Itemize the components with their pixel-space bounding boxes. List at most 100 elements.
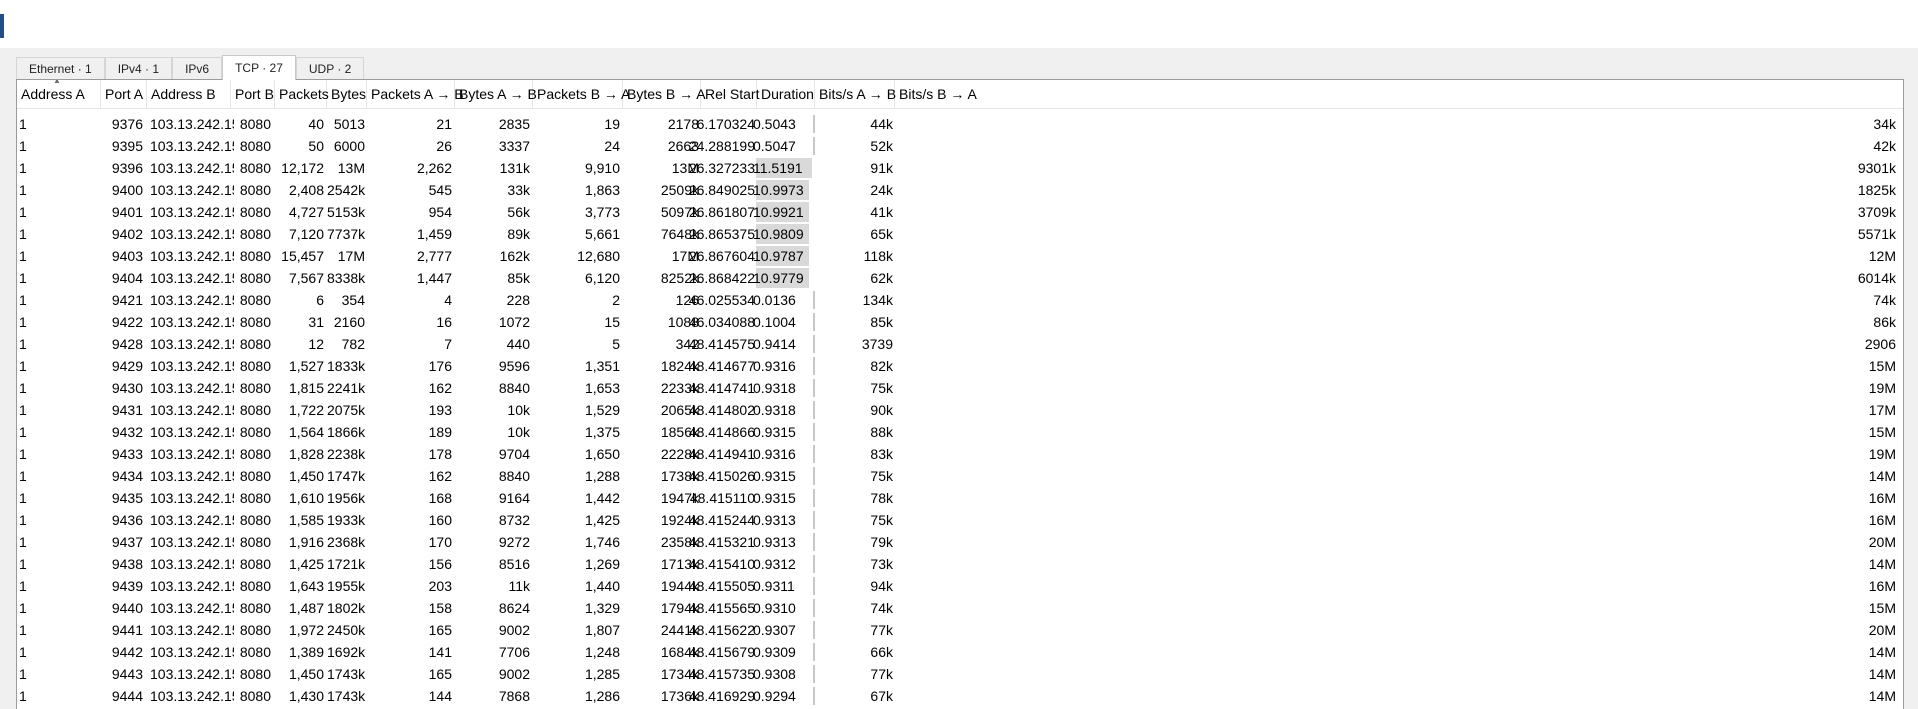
col-port-a[interactable]: Port A bbox=[101, 80, 147, 108]
table-row[interactable]: 1 9437 103.13.242.150 8080 1,9162368k 170 9272… bbox=[17, 531, 1903, 553]
cell-rel-start: 26.868422 bbox=[688, 270, 755, 286]
col-label: Bits/s A → B bbox=[819, 86, 897, 102]
tab-ipv4[interactable]: IPv4 · 1 bbox=[104, 57, 173, 79]
table-row[interactable]: 1 9429 103.13.242.150 8080 1,5271833k 176 9596… bbox=[17, 355, 1903, 377]
cell-bytes: 5013 bbox=[333, 116, 365, 132]
col-packets[interactable]: Packets bbox=[275, 80, 329, 108]
cell-rel-start: 48.415622 bbox=[688, 622, 755, 638]
cell-duration: 0.9309 bbox=[753, 644, 796, 660]
table-row[interactable]: 19376103.13.242.150808040501321283519217… bbox=[17, 113, 1903, 135]
cell-packets-ab: 189 bbox=[428, 424, 452, 440]
table-body: 19376103.13.242.150808040501321283519217… bbox=[17, 113, 1903, 707]
cell-port-b: 8080 bbox=[239, 468, 271, 484]
col-port-b[interactable]: Port B bbox=[231, 80, 275, 108]
cell-bytes-ab: 33k bbox=[507, 182, 530, 198]
cell-address-a: 1 bbox=[19, 534, 27, 550]
table-row[interactable]: 1 9436 103.13.242.150 8080 1,5851933k 160 8732… bbox=[17, 509, 1903, 531]
cell-rel-start: 48.415735 bbox=[688, 666, 755, 682]
cell-duration: 0.5047 bbox=[753, 138, 796, 154]
table-row[interactable]: 1 9440 103.13.242.150 8080 1,4871802k 158 8624… bbox=[17, 597, 1903, 619]
tab-udp[interactable]: UDP · 2 bbox=[295, 57, 365, 79]
cell-bytes: 1721k bbox=[327, 556, 365, 572]
cell-address-b: 103.13.242.150 bbox=[150, 380, 234, 396]
table-row[interactable]: 1 9430 103.13.242.150 8080 1,8152241k 162 8840… bbox=[17, 377, 1903, 399]
table-row[interactable]: 19422103.13.242.150808031216016107215108… bbox=[17, 311, 1903, 333]
table-row[interactable]: 1 9444 103.13.242.150 8080 1,4301743k 144 7868… bbox=[17, 685, 1903, 707]
tab-ipv6[interactable]: IPv6 bbox=[172, 57, 223, 79]
cell-bytes: 2238k bbox=[327, 446, 365, 462]
cell-packets-ba: 2 bbox=[612, 292, 620, 308]
cell-packets: 1,828 bbox=[288, 446, 324, 462]
cell-rel-start: 48.415321 bbox=[688, 534, 755, 550]
cell-packets-ba: 1,863 bbox=[584, 182, 620, 198]
col-bytes[interactable]: Bytes bbox=[327, 80, 367, 108]
table-row[interactable]: 1 9441 103.13.242.150 8080 1,9722450k 165 9002… bbox=[17, 619, 1903, 641]
cell-port-a: 9443 bbox=[111, 666, 143, 682]
cell-packets-ab: 158 bbox=[428, 600, 452, 616]
col-address-a[interactable]: ▲ Address A bbox=[17, 80, 101, 108]
cell-port-b: 8080 bbox=[239, 270, 271, 286]
cell-packets: 6 bbox=[316, 292, 324, 308]
table-row[interactable]: 1 9396 103.13.242.150 8080 12,172 13M 2,262 131… bbox=[17, 157, 1903, 179]
col-bps-ba[interactable]: Bits/s B → A bbox=[895, 80, 1903, 108]
table-row[interactable]: 1 9439 103.13.242.150 8080 1,6431955k 203 11k 1… bbox=[17, 575, 1903, 597]
cell-duration: 10.9787 bbox=[753, 248, 804, 264]
col-packets-ab[interactable]: Packets A → B bbox=[367, 80, 464, 108]
cell-duration: 10.9809 bbox=[753, 226, 804, 242]
col-duration[interactable]: Duration bbox=[757, 80, 815, 108]
cell-bytes: 2450k bbox=[327, 622, 365, 638]
cell-address-a: 1 bbox=[19, 468, 27, 484]
cell-rel-start: 26.865375 bbox=[688, 226, 755, 242]
table-row[interactable]: 1 9435 103.13.242.150 8080 1,6101956k 168 9164… bbox=[17, 487, 1903, 509]
cell-packets: 1,450 bbox=[288, 468, 324, 484]
cell-port-b: 8080 bbox=[239, 160, 271, 176]
col-rel-start[interactable]: Rel Start bbox=[701, 80, 759, 108]
cell-bps-ba: 1825k bbox=[1857, 182, 1896, 198]
cell-port-b: 8080 bbox=[239, 116, 271, 132]
table-row[interactable]: 1 9400 103.13.242.150 8080 2,4082542k 545 33k 1… bbox=[17, 179, 1903, 201]
cell-packets-ba: 1,285 bbox=[584, 666, 620, 682]
cell-packets-ab: 178 bbox=[428, 446, 452, 462]
table-row[interactable]: 1 9404 103.13.242.150 8080 7,5678338k 1,447 85… bbox=[17, 267, 1903, 289]
table-row[interactable]: 1 9438 103.13.242.150 8080 1,4251721k 156 8516… bbox=[17, 553, 1903, 575]
cell-port-b: 8080 bbox=[239, 644, 271, 660]
cell-duration: 0.9414 bbox=[753, 336, 796, 352]
cell-bytes-ab: 9272 bbox=[498, 534, 530, 550]
cell-bps-ba: 5571k bbox=[1857, 226, 1896, 242]
cell-packets-ba: 1,529 bbox=[584, 402, 620, 418]
col-bytes-ab[interactable]: Bytes A → B bbox=[455, 80, 537, 108]
cell-address-b: 103.13.242.150 bbox=[150, 292, 234, 308]
table-row[interactable]: 19395103.13.242.150808050600026333724266… bbox=[17, 135, 1903, 157]
table-row[interactable]: 1 9401 103.13.242.150 8080 4,7275153k 954 56k 3… bbox=[17, 201, 1903, 223]
cell-port-a: 9434 bbox=[111, 468, 143, 484]
tab-ethernet[interactable]: Ethernet · 1 bbox=[16, 57, 105, 79]
cell-duration: 0.9294 bbox=[753, 688, 796, 704]
table-row[interactable]: 19428103.13.242.1508080127827440534248.4… bbox=[17, 333, 1903, 355]
tab-tcp[interactable]: TCP · 27 bbox=[222, 55, 296, 80]
table-row[interactable]: 1 9434 103.13.242.150 8080 1,4501747k 162 8840… bbox=[17, 465, 1903, 487]
table-row[interactable]: 1 9433 103.13.242.150 8080 1,8282238k 178 9704… bbox=[17, 443, 1903, 465]
table-row[interactable]: 1 9402 103.13.242.150 8080 7,1207737k 1,459 89… bbox=[17, 223, 1903, 245]
cell-address-b: 103.13.242.150 bbox=[150, 666, 234, 682]
table-row[interactable]: 1 9403 103.13.242.150 8080 15,457 17M 2,777 162… bbox=[17, 245, 1903, 267]
table-row[interactable]: 1 9431 103.13.242.150 8080 1,7222075k 193 10k 1… bbox=[17, 399, 1903, 421]
cell-port-a: 9430 bbox=[111, 380, 143, 396]
cell-bps-ab: 91k bbox=[870, 160, 893, 176]
col-bps-ab[interactable]: Bits/s A → B bbox=[815, 80, 897, 108]
cell-packets-ab: 165 bbox=[428, 666, 452, 682]
cell-port-b: 8080 bbox=[239, 446, 271, 462]
table-row[interactable]: 19421103.13.242.150808063544228212646.02… bbox=[17, 289, 1903, 311]
cell-port-b: 8080 bbox=[239, 248, 271, 264]
conversation-tabs: Ethernet · 1 IPv4 · 1 IPv6 TCP · 27 UDP … bbox=[16, 55, 365, 80]
cell-packets-ab: 193 bbox=[428, 402, 452, 418]
col-bytes-ba[interactable]: Bytes B → A bbox=[623, 80, 706, 108]
col-packets-ba[interactable]: Packets B → A bbox=[533, 80, 630, 108]
cell-bps-ab: 52k bbox=[870, 138, 893, 154]
table-row[interactable]: 1 9432 103.13.242.150 8080 1,5641866k 189 10k 1… bbox=[17, 421, 1903, 443]
col-address-b[interactable]: Address B bbox=[147, 80, 231, 108]
cell-packets: 1,916 bbox=[288, 534, 324, 550]
table-row[interactable]: 1 9443 103.13.242.150 8080 1,4501743k 165 9002… bbox=[17, 663, 1903, 685]
cell-bps-ab: 74k bbox=[870, 600, 893, 616]
cell-packets: 1,610 bbox=[288, 490, 324, 506]
table-row[interactable]: 1 9442 103.13.242.150 8080 1,3891692k 141 7706… bbox=[17, 641, 1903, 663]
